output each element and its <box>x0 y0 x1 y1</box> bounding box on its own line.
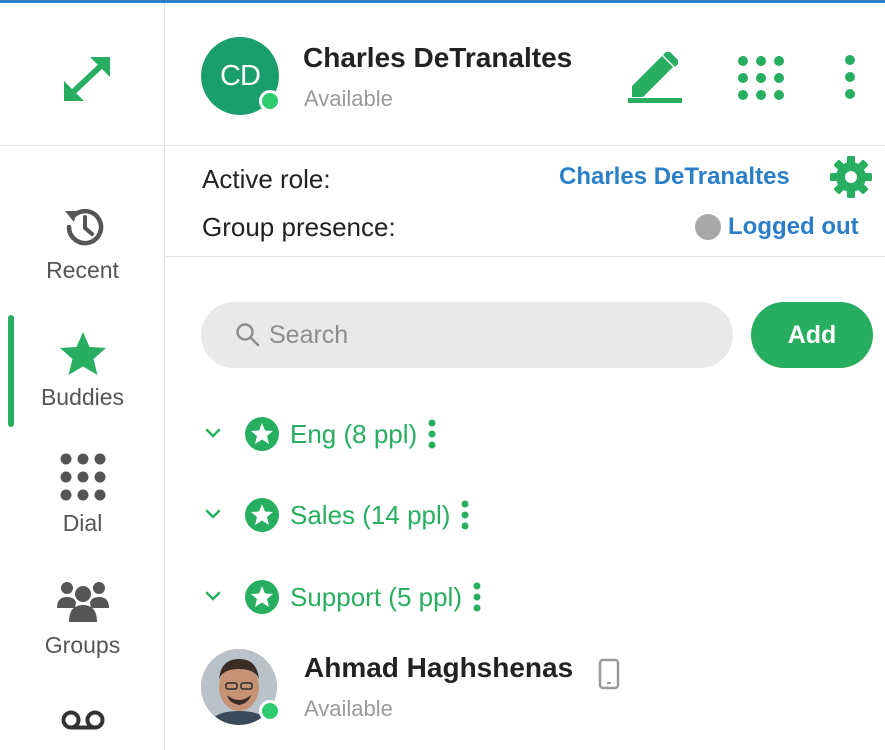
mobile-phone-icon <box>598 658 620 690</box>
roles-divider <box>166 256 885 257</box>
avatar-initials: CD <box>220 59 261 92</box>
user-name: Charles DeTranaltes <box>303 42 573 73</box>
active-role-label: Active role: <box>202 164 331 194</box>
group-row-support[interactable]: Support (5 ppl) <box>200 577 482 617</box>
chevron-down-icon[interactable] <box>200 426 226 442</box>
nav-label-recent: Recent <box>46 257 119 283</box>
settings-gear-icon[interactable] <box>829 155 873 199</box>
nav-item-buddies[interactable]: Buddies <box>0 330 165 411</box>
dialpad-grid-icon[interactable] <box>736 54 786 102</box>
group-presence-value[interactable]: Logged out <box>728 213 859 241</box>
more-options-icon[interactable] <box>840 53 860 101</box>
group-star-icon <box>245 417 279 451</box>
nav-item-recent[interactable]: Recent <box>0 203 165 284</box>
header-divider <box>166 145 885 146</box>
group-label: Sales (14 ppl) <box>290 499 451 530</box>
contact-status: Available <box>304 696 393 721</box>
edit-icon[interactable] <box>626 50 684 104</box>
people-icon <box>56 582 109 622</box>
nav-item-dial[interactable]: Dial <box>0 450 165 537</box>
left-nav-rail: Recent Buddies Dial Groups <box>0 3 165 750</box>
star-icon <box>59 332 106 375</box>
user-status: Available <box>304 86 393 111</box>
chevron-down-icon[interactable] <box>200 507 226 523</box>
group-presence-dot <box>695 214 721 240</box>
history-icon <box>64 208 103 246</box>
group-menu-icon[interactable] <box>460 500 470 530</box>
expand-icon[interactable] <box>60 53 114 105</box>
voicemail-icon <box>61 710 104 730</box>
search-icon <box>236 323 260 347</box>
search-input[interactable] <box>269 302 709 368</box>
nav-label-buddies: Buddies <box>40 384 125 410</box>
nav-item-groups[interactable]: Groups <box>0 578 165 659</box>
group-label: Support (5 ppl) <box>290 581 462 612</box>
chevron-down-icon[interactable] <box>200 589 226 605</box>
nav-item-voicemail[interactable] <box>0 708 165 734</box>
group-star-icon <box>245 580 279 614</box>
group-row-sales[interactable]: Sales (14 ppl) <box>200 495 470 535</box>
group-star-icon <box>245 498 279 532</box>
dialpad-icon <box>60 453 105 501</box>
rail-header <box>0 3 165 146</box>
group-presence-label: Group presence: <box>202 212 396 242</box>
user-presence-dot <box>259 90 281 112</box>
nav-label-groups: Groups <box>44 632 121 658</box>
group-row-eng[interactable]: Eng (8 ppl) <box>200 414 437 454</box>
active-role-value[interactable]: Charles DeTranaltes <box>559 163 790 191</box>
group-menu-icon[interactable] <box>427 419 437 449</box>
contact-presence-dot <box>259 700 281 722</box>
nav-label-dial: Dial <box>62 510 103 536</box>
add-button[interactable]: Add <box>751 302 873 368</box>
contact-name[interactable]: Ahmad Haghshenas <box>304 652 573 684</box>
group-menu-icon[interactable] <box>472 582 482 612</box>
search-bar <box>201 302 733 368</box>
group-label: Eng (8 ppl) <box>290 418 418 449</box>
